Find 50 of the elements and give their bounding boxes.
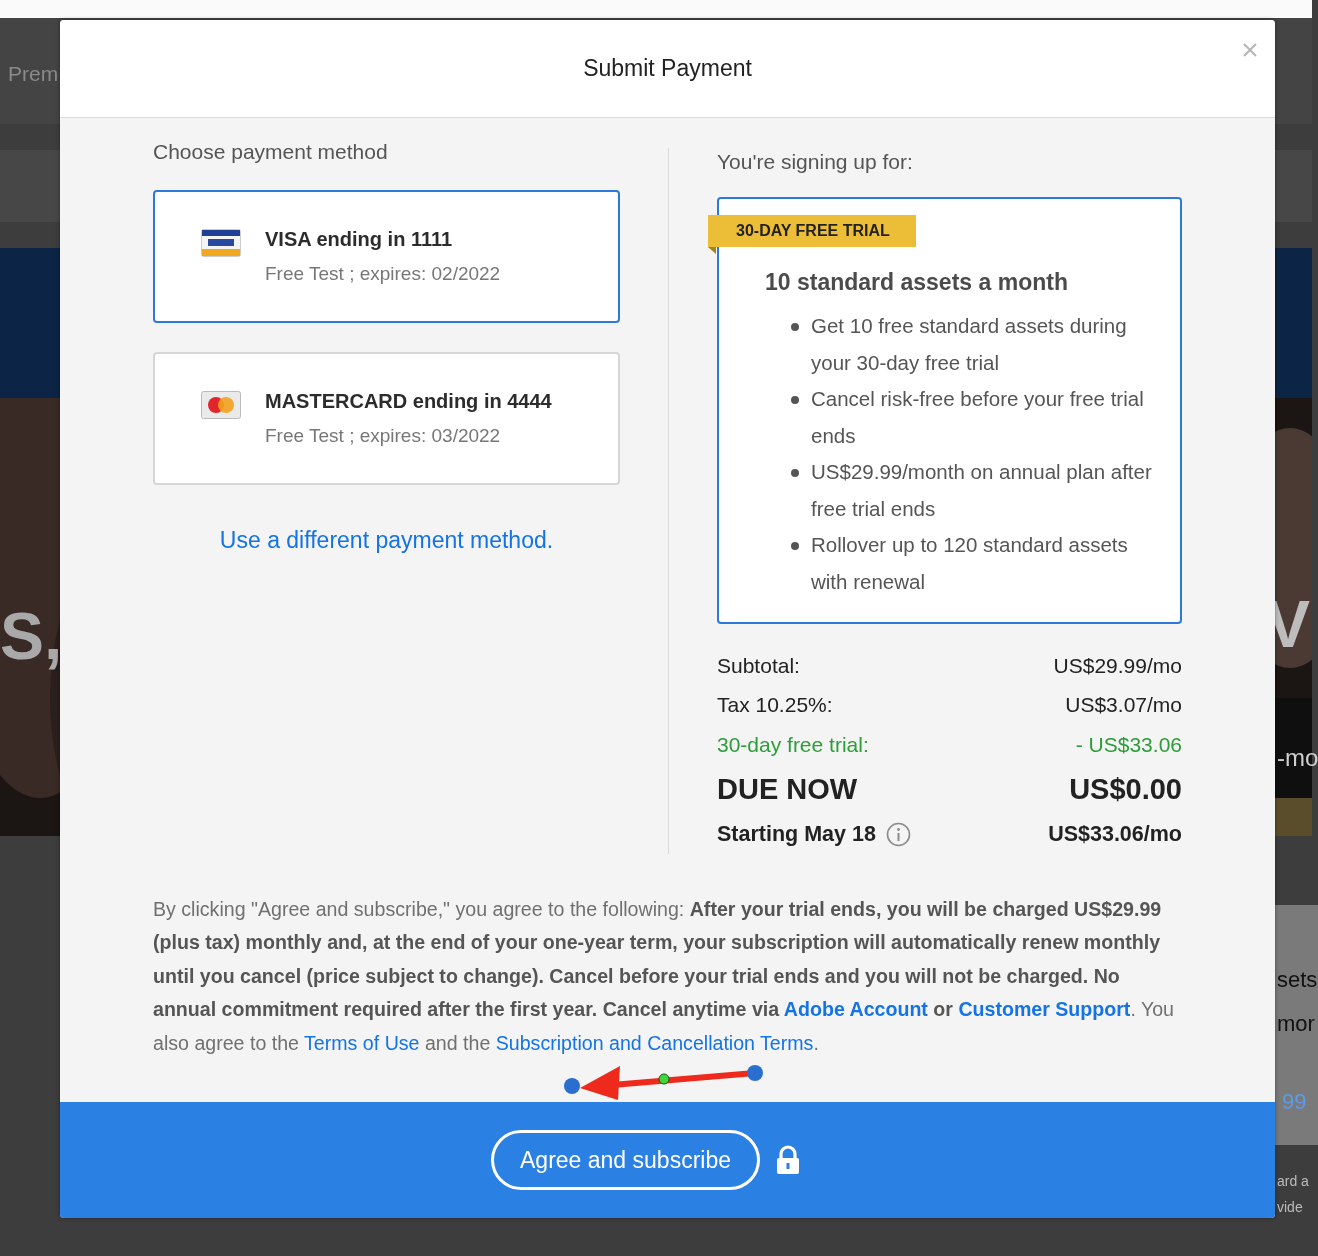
- background-text: S,: [0, 600, 63, 673]
- bullet-icon: [791, 323, 799, 331]
- trial-badge: 30-DAY FREE TRIAL: [708, 215, 916, 247]
- card-details: Free Test ; expires: 03/2022: [265, 425, 502, 447]
- price-value: US$33.06/mo: [1048, 822, 1182, 847]
- terms-link[interactable]: Terms of Use: [304, 1031, 420, 1054]
- section-heading: You're signing up for:: [717, 150, 914, 174]
- agree-subscribe-button[interactable]: Agree and subscribe: [491, 1130, 760, 1190]
- card-title: MASTERCARD ending in 4444: [265, 390, 552, 413]
- background-text: sets: [1277, 968, 1318, 993]
- payment-method-card[interactable]: VISA ending in 1111 Free Test ; expires: 02/2022: [153, 190, 620, 323]
- price-label: 30-day free trial:: [717, 732, 869, 757]
- terms-link[interactable]: Subscription and Cancellation Terms: [495, 1031, 814, 1054]
- price-value: - US$33.06: [1075, 732, 1182, 757]
- badge-fold: [708, 247, 716, 254]
- terms-link[interactable]: Customer Support: [958, 998, 1131, 1021]
- close-icon[interactable]: [1242, 42, 1258, 58]
- terms-link[interactable]: Adobe Account: [783, 998, 928, 1021]
- card-icon: [201, 390, 241, 419]
- plan-feature: Cancel risk-free before your free trial ends: [811, 386, 1145, 449]
- price-label: Tax 10.25%:: [717, 693, 833, 718]
- dialog-title: Submit Payment: [583, 55, 752, 82]
- bullet-icon: [791, 396, 799, 404]
- section-heading: Choose payment method: [153, 140, 389, 164]
- plan-feature: US$29.99/month on annual plan after free trial ends: [811, 459, 1153, 522]
- info-icon[interactable]: [885, 822, 911, 847]
- background-text: vide: [1277, 1200, 1303, 1216]
- price-label: Starting May 18: [717, 822, 876, 847]
- card-icon: [201, 228, 241, 257]
- terms-paragraph: By clicking "Agree and subscribe," you agree to the following: After your trial ends, you will be charged US$29.99 (plus tax) monthly and, at the end of your one-year term, your subscription will automatically renew monthly until you cancel (price subject to change). Cancel before your trial ends and you will not be charged. No annual commitment required after the first year. Cancel anytime via Adobe Account or Customer Support. You also agree to the Terms of Use and the Subscription and Cancellation Terms.: [153, 896, 1175, 1056]
- background-text: Prem: [8, 62, 59, 86]
- plan-feature: Rollover up to 120 standard assets with renewal: [811, 532, 1129, 595]
- bullet-icon: [791, 469, 799, 477]
- payment-method-link[interactable]: Use a different payment method.: [219, 527, 554, 553]
- background-text: -mo: [1277, 745, 1318, 772]
- price-label: Subtotal:: [717, 653, 800, 678]
- price-value: US$0.00: [1069, 773, 1182, 806]
- price-value: US$29.99/mo: [1053, 653, 1182, 678]
- background-text: ard a: [1277, 1174, 1309, 1190]
- price-label: DUE NOW: [717, 773, 858, 806]
- bullet-icon: [791, 542, 799, 550]
- background-text: 99: [1282, 1090, 1307, 1115]
- card-title: VISA ending in 1111: [265, 228, 454, 251]
- background-text: mor: [1277, 1012, 1315, 1037]
- card-details: Free Test ; expires: 02/2022: [265, 263, 501, 285]
- plan-feature: Get 10 free standard assets during your 30-day free trial: [811, 313, 1128, 376]
- payment-method-card[interactable]: MASTERCARD ending in 4444 Free Test ; expires: 03/2022: [153, 352, 620, 485]
- lock-icon: [776, 1145, 800, 1175]
- plan-title: 10 standard assets a month: [765, 269, 1069, 296]
- price-value: US$3.07/mo: [1065, 693, 1182, 718]
